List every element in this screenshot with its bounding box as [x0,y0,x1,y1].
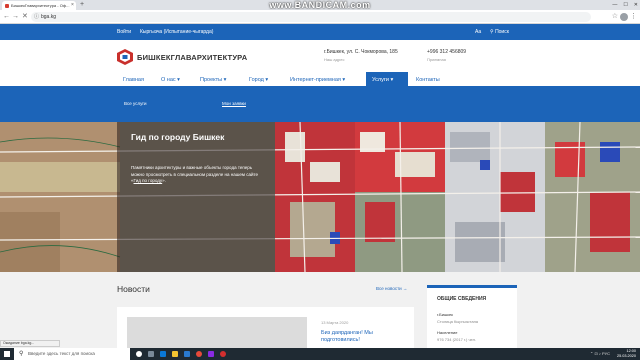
content-area: Новости Все новости → 13 Марта 2020 Биз … [0,272,640,351]
minimize-icon[interactable]: — [612,0,617,10]
city-guide-link[interactable]: Гид по городу [134,178,163,183]
close-tab-icon[interactable]: × [71,1,74,10]
city-map-image [0,122,640,272]
news-card[interactable]: 13 Марта 2020 Биз даярданган! Мы подгото… [117,307,414,349]
taskbar-apps [136,348,226,360]
system-tray[interactable]: ⌃ ⊡ ♪ РУС [590,348,610,360]
info-title: ОБЩИЕ СВЕДЕНИЯ [437,296,487,302]
search-button[interactable]: ⚲ Поиск [490,27,520,37]
language-link[interactable]: Кыргызча (Испытание-чыгарда) [140,24,213,40]
news-image [127,317,307,349]
back-icon[interactable]: ← [3,10,10,24]
url-field[interactable]: ⓘ bga.kg [31,12,591,22]
info-population-value: 976 734 (2017 г.) чел. [437,337,477,342]
clock[interactable]: 12:00 25.03.2020 [617,349,636,359]
font-size-toggle[interactable]: Аа [475,24,481,40]
address-caption: Наш адрес [324,57,345,62]
login-link[interactable]: Войти [117,24,131,40]
profile-avatar[interactable] [620,13,628,21]
search-icon: ⚲ [19,351,24,357]
screen: БишкекГлавархитектура - Оф... × + — ☐ ✕ … [0,0,640,360]
general-info-panel: ОБЩИЕ СВЕДЕНИЯ г.Бишкек Столица Кыргызст… [427,285,517,351]
task-view-icon[interactable] [148,351,154,357]
cortana-icon[interactable] [136,351,142,357]
all-news-link[interactable]: Все новости → [376,286,407,291]
search-label: Поиск [495,29,509,35]
info-city: г.Бишкек [437,312,453,317]
new-tab-button[interactable]: + [80,0,84,10]
favicon-icon [5,3,9,8]
info-population-label: Население [437,330,458,335]
info-city-desc: Столица Кыргызстана [437,319,479,324]
stop-icon[interactable]: ✕ [22,10,28,24]
taskbar-search[interactable]: ⚲ Введите здесь текст для поиска [14,348,130,360]
hero-title: Гид по городу Бишкек [131,132,225,142]
windows-start-icon[interactable] [4,351,10,357]
menu-icon[interactable]: ⋮ [630,10,637,24]
hero-overlay [117,122,275,272]
explorer-icon[interactable] [172,351,178,357]
hero-banner[interactable]: Гид по городу Бишкек Памятники архитекту… [0,122,640,272]
nav-about[interactable]: О нас ▾ [155,72,186,88]
taskbar-search-placeholder: Введите здесь текст для поиска [28,351,95,356]
services-submenu: Все услуги Мои заявки [0,88,640,122]
submenu-all-services[interactable]: Все услуги [124,101,147,106]
tab-strip: БишкекГлавархитектура - Оф... × + — ☐ ✕ … [0,0,640,10]
main-nav: Главная О нас ▾ Проекты ▾ Город ▾ Интерн… [0,72,640,88]
phone-text: +996 312 456809 [427,49,467,55]
hero-description: Памятники архитектуры и важные объекты г… [131,165,261,185]
store-icon[interactable] [184,351,190,357]
news-heading: Новости [117,284,150,294]
tab-title: БишкекГлавархитектура - Оф... [11,3,70,8]
logo-text[interactable]: БИШКЕКГЛАВАРХИТЕКТУРА [137,53,247,62]
url-text: bga.kg [41,14,57,20]
site-topbar: Войти Кыргызча (Испытание-чыгарда) Аа ⚲ … [0,24,640,40]
nav-city[interactable]: Город ▾ [243,72,274,88]
window-controls: — ☐ ✕ [612,0,638,10]
address-bar: ← → ✕ ⓘ bga.kg ☆ ⋮ [0,10,640,24]
nav-home[interactable]: Главная [117,72,150,88]
nav-services[interactable]: Услуги ▾ [366,72,408,88]
maximize-icon[interactable]: ☐ [623,0,627,10]
news-title[interactable]: Биз даярданган! Мы подготовились! [321,330,401,344]
nav-projects[interactable]: Проекты ▾ [194,72,232,88]
logo-icon[interactable] [117,49,133,65]
news-date: 13 Марта 2020 [321,320,349,325]
close-window-icon[interactable]: ✕ [634,0,638,10]
taskbar: ⚲ Введите здесь текст для поиска ⌃ ⊡ ♪ Р… [0,348,640,360]
address-text: г.Бишкек, ул. С. Чокморова, 185 [324,49,398,55]
forward-icon[interactable]: → [12,10,19,24]
chrome-icon[interactable] [196,351,202,357]
bandicam-icon[interactable] [220,351,226,357]
nav-internet-reception[interactable]: Интернет-приемная ▾ [284,72,351,88]
nav-contacts[interactable]: Контакты [410,72,446,88]
hero-text-end: ». [162,178,166,183]
site-header: БИШКЕКГЛАВАРХИТЕКТУРА г.Бишкек, ул. С. Ч… [0,40,640,72]
clock-date: 25.03.2020 [616,354,636,358]
star-icon[interactable]: ☆ [612,10,618,24]
browser-tab[interactable]: БишкекГлавархитектура - Оф... × [2,1,76,10]
edge-icon[interactable] [160,351,166,357]
status-bar: Ожидание bga.kg... [0,340,60,347]
app-icon[interactable] [208,351,214,357]
submenu-my-requests[interactable]: Мои заявки [222,101,246,106]
phone-caption: Приемная [427,57,446,62]
lock-icon: ⓘ [34,14,40,20]
